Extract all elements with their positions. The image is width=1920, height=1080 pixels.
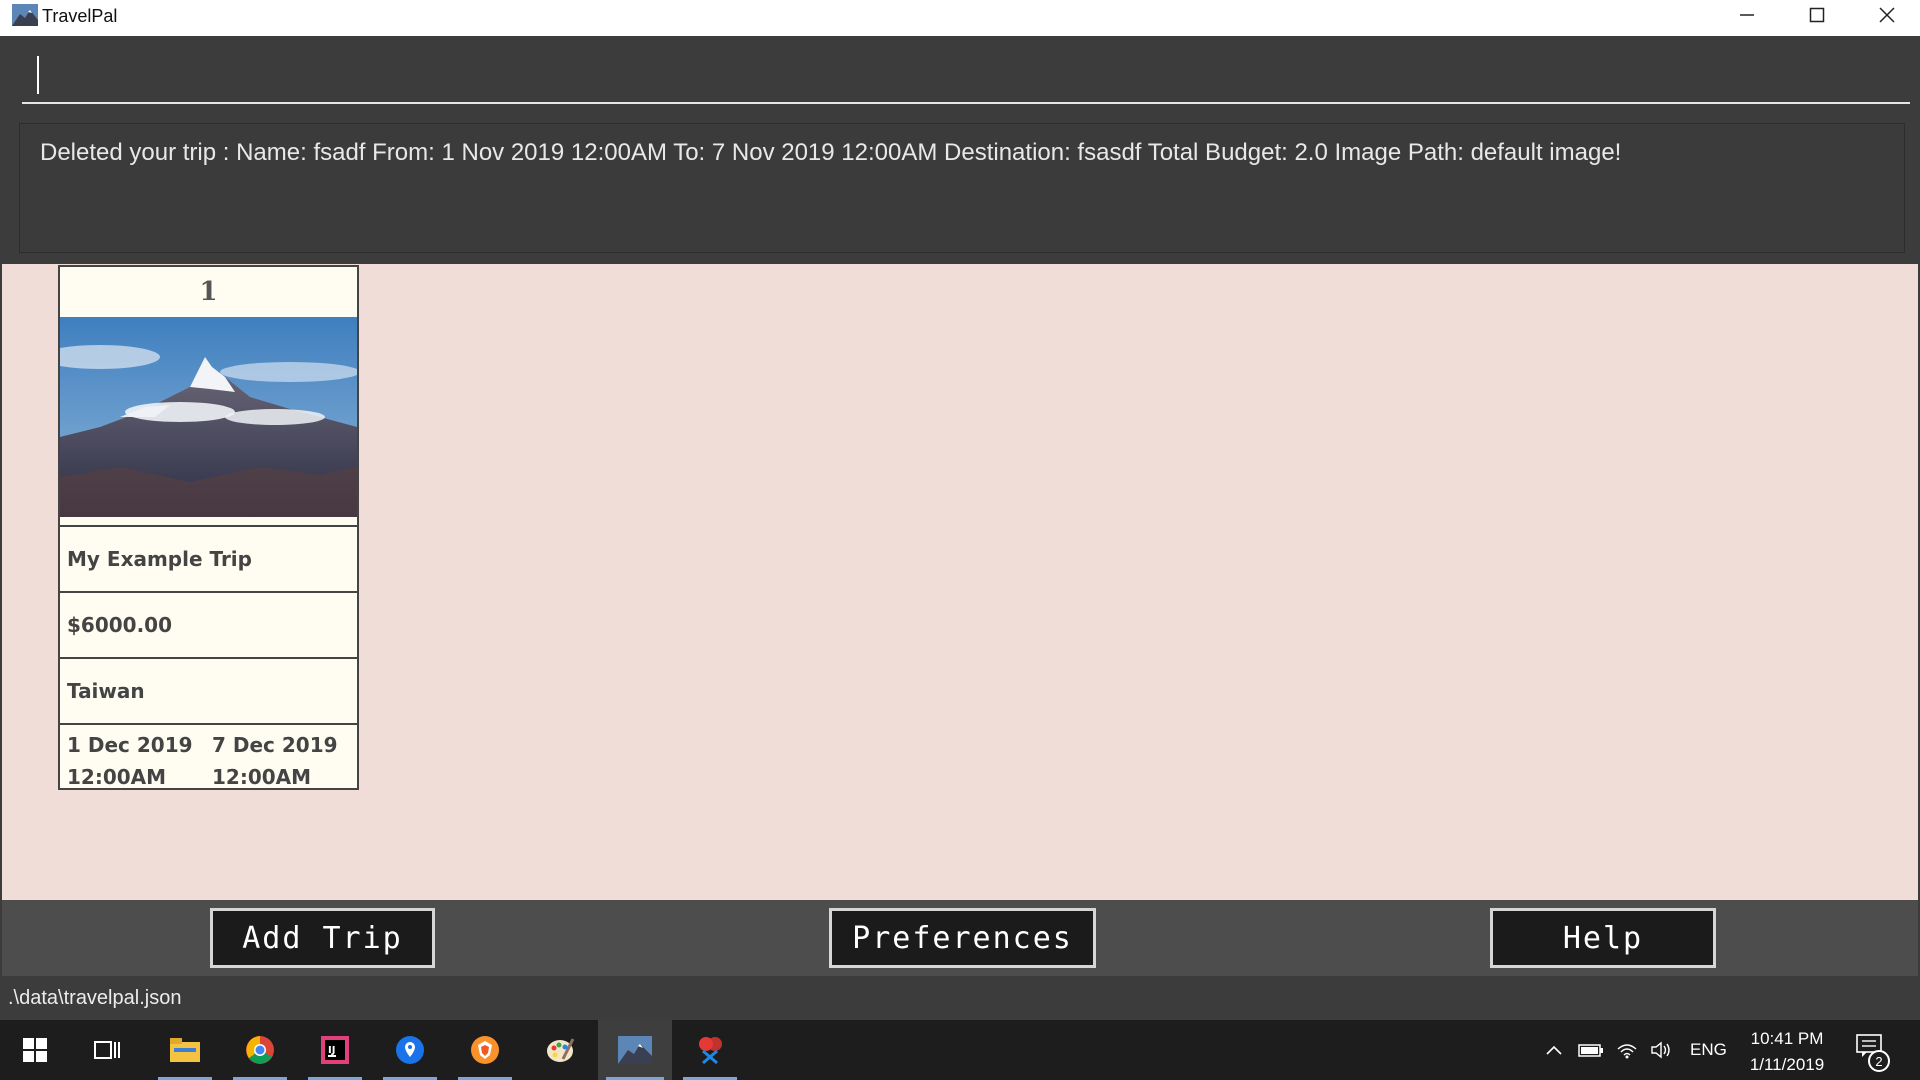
chrome-icon[interactable] xyxy=(225,1020,295,1080)
taskbar: IJ ENG 10:41 PM 1/11/2019 2 xyxy=(0,1020,1920,1080)
add-trip-button[interactable]: Add Trip xyxy=(210,908,435,968)
language-label: ENG xyxy=(1690,1040,1727,1059)
trip-end-date: 7 Dec 2019 xyxy=(212,733,338,757)
trip-start-time: 12:00AM xyxy=(67,765,167,789)
status-bar: .\data\travelpal.json xyxy=(0,976,1920,1020)
result-display: Deleted your trip : Name: fsadf From: 1 … xyxy=(19,123,1905,253)
maximize-icon[interactable] xyxy=(1782,0,1852,30)
task-view-icon[interactable] xyxy=(72,1020,142,1080)
trip-end: 7 Dec 2019 12:00AM xyxy=(212,729,357,793)
clock[interactable]: 10:41 PM 1/11/2019 xyxy=(1742,1026,1832,1078)
trip-image xyxy=(60,317,357,517)
show-hidden-icons[interactable] xyxy=(1545,1020,1563,1080)
trip-card[interactable]: 1 My Example Trip $6000.00 Taiwan 1 Dec … xyxy=(58,265,359,790)
text-caret xyxy=(37,56,39,94)
battery-icon[interactable] xyxy=(1578,1020,1604,1080)
result-message: Deleted your trip : Name: fsadf From: 1 … xyxy=(40,139,1622,166)
notification-count: 2 xyxy=(1868,1050,1890,1072)
svg-text:IJ: IJ xyxy=(328,1045,335,1056)
trip-name: My Example Trip xyxy=(60,527,357,593)
paint-icon[interactable] xyxy=(525,1020,595,1080)
save-location: .\data\travelpal.json xyxy=(8,987,182,1009)
trip-start-date: 1 Dec 2019 xyxy=(67,733,193,757)
trip-dates: 1 Dec 2019 12:00AM 7 Dec 2019 12:00AM xyxy=(60,725,357,793)
clock-time: 10:41 PM xyxy=(1750,1029,1824,1048)
trip-index: 1 xyxy=(199,277,218,307)
wifi-icon[interactable] xyxy=(1616,1020,1638,1080)
preferences-button[interactable]: Preferences xyxy=(829,908,1096,968)
maps-icon[interactable] xyxy=(375,1020,445,1080)
windows-start-icon[interactable] xyxy=(0,1020,70,1080)
card-divider xyxy=(60,517,357,527)
travelpal-icon[interactable] xyxy=(598,1020,672,1080)
volume-icon[interactable] xyxy=(1650,1020,1672,1080)
minimize-icon[interactable] xyxy=(1712,0,1782,30)
trip-list: 1 My Example Trip $6000.00 Taiwan 1 Dec … xyxy=(2,264,1918,900)
clock-date: 1/11/2019 xyxy=(1749,1055,1825,1074)
close-icon[interactable] xyxy=(1852,0,1920,30)
title-bar: TravelPal xyxy=(0,0,1920,36)
trip-start: 1 Dec 2019 12:00AM xyxy=(67,729,212,793)
snipping-icon[interactable] xyxy=(675,1020,745,1080)
window-title: TravelPal xyxy=(42,6,118,26)
help-button[interactable]: Help xyxy=(1490,908,1716,968)
app-icon xyxy=(12,4,38,26)
trip-budget: $6000.00 xyxy=(60,593,357,659)
navigation-toolbar: Add Trip Preferences Help xyxy=(2,900,1918,976)
command-box xyxy=(2,36,1918,116)
command-input[interactable] xyxy=(22,52,1910,104)
trip-end-time: 12:00AM xyxy=(212,765,312,789)
trip-destination: Taiwan xyxy=(60,659,357,725)
brave-icon[interactable] xyxy=(450,1020,520,1080)
file-explorer-icon[interactable] xyxy=(150,1020,220,1080)
intellij-icon[interactable]: IJ xyxy=(300,1020,370,1080)
language-indicator[interactable]: ENG xyxy=(1690,1020,1727,1080)
